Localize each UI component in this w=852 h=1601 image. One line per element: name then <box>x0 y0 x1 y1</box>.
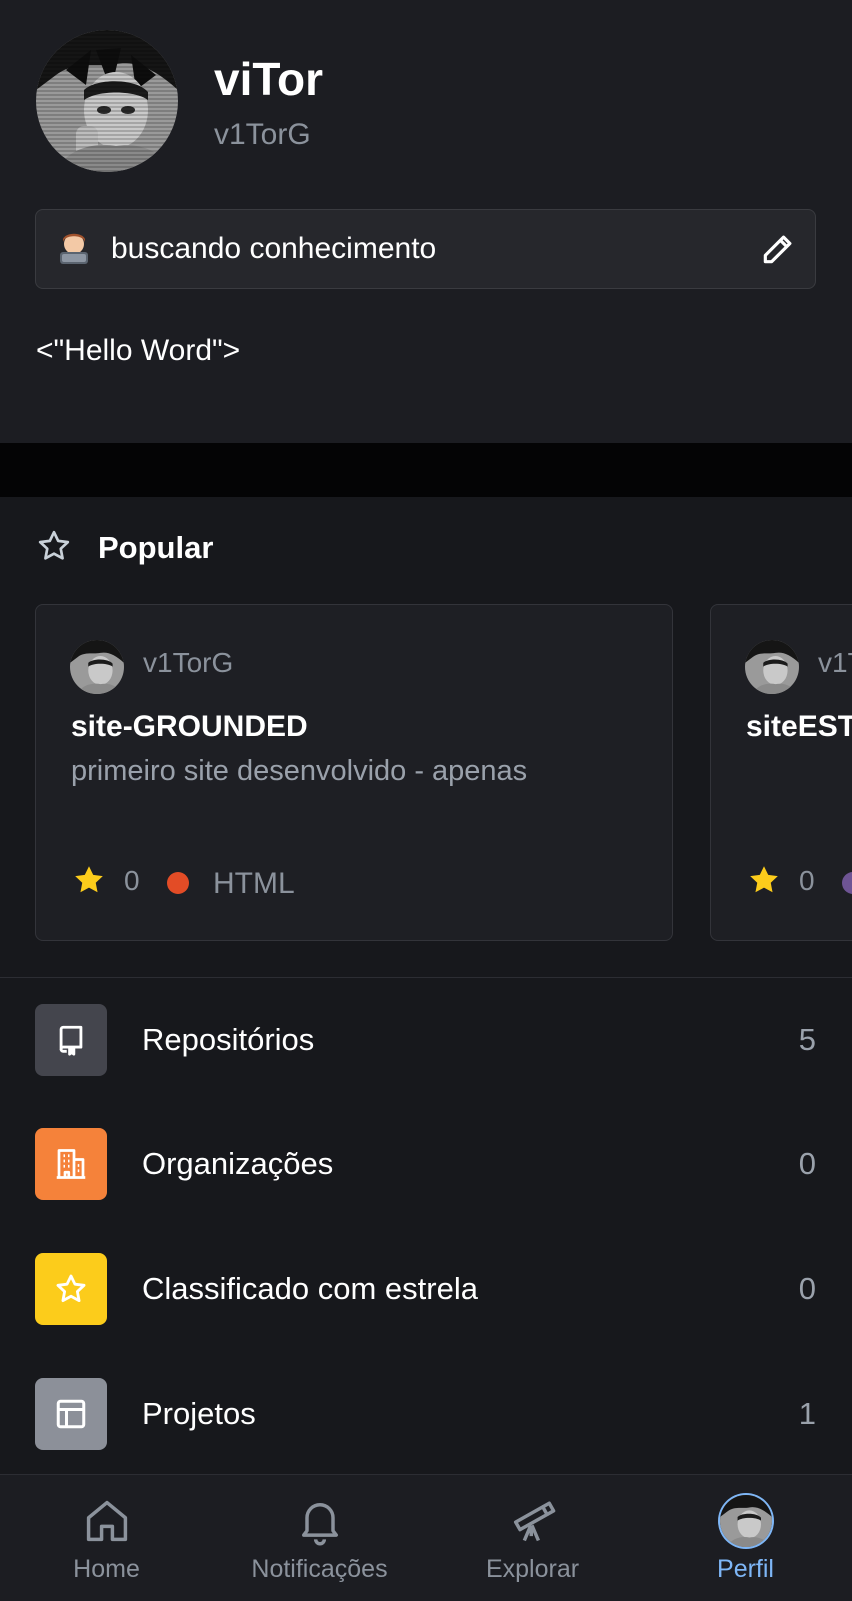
bell-icon <box>294 1495 346 1547</box>
repo-star-count: 0 <box>124 865 140 896</box>
profile-header: viTor v1TorG buscando conhecimento <"Hel… <box>0 0 852 443</box>
organization-icon <box>35 1128 107 1200</box>
menu-label: Projetos <box>142 1396 256 1431</box>
status-emoji-icon <box>56 230 92 266</box>
repo-card[interactable]: v1TorG siteEST 0 <box>710 604 852 941</box>
menu-count: 5 <box>798 1022 816 1057</box>
tab-label: Perfil <box>717 1555 774 1583</box>
menu-count: 0 <box>798 1271 816 1306</box>
repo-name: site-GROUNDED <box>71 710 308 743</box>
menu-count: 1 <box>798 1396 816 1431</box>
star-filled-icon <box>71 862 107 898</box>
star-outline-icon <box>36 528 72 564</box>
bio: <"Hello Word"> <box>36 334 241 367</box>
profile-avatar[interactable] <box>36 30 178 172</box>
repo-card[interactable]: v1TorG site-GROUNDED primeiro site desen… <box>35 604 673 941</box>
avatar <box>745 640 799 694</box>
language-color-dot <box>842 872 852 894</box>
menu-item-projects[interactable]: Projetos 1 <box>0 1378 852 1450</box>
menu-count: 0 <box>798 1146 816 1181</box>
tab-profile[interactable]: Perfil <box>639 1475 852 1601</box>
menu-label: Repositórios <box>142 1022 315 1057</box>
home-icon <box>81 1495 133 1547</box>
repo-owner: v1TorG <box>143 647 234 678</box>
tab-explore[interactable]: Explorar <box>426 1475 639 1601</box>
list-divider <box>0 977 852 978</box>
status-box[interactable]: buscando conhecimento <box>35 209 816 289</box>
repo-name: siteEST <box>746 710 852 743</box>
star-filled-icon <box>746 862 782 898</box>
menu-item-repositories[interactable]: Repositórios 5 <box>0 1004 852 1076</box>
repo-icon <box>35 1004 107 1076</box>
menu-label: Organizações <box>142 1146 334 1181</box>
avatar <box>719 1495 772 1547</box>
bottom-tab-bar: Home Notificações Explorar Perfil <box>0 1474 852 1601</box>
popular-title: Popular <box>98 530 214 565</box>
repo-description: primeiro site desenvolvido - apenas <box>71 755 528 787</box>
repo-language: HTML <box>213 867 295 900</box>
display-name: viTor <box>214 53 324 105</box>
username: v1TorG <box>214 118 311 151</box>
tab-label: Notificações <box>251 1555 388 1583</box>
menu-item-organizations[interactable]: Organizações 0 <box>0 1128 852 1200</box>
language-color-dot <box>167 872 189 894</box>
tab-label: Home <box>73 1555 140 1583</box>
avatar <box>70 640 124 694</box>
menu-item-starred[interactable]: Classificado com estrela 0 <box>0 1253 852 1325</box>
telescope-icon <box>507 1495 559 1547</box>
status-text: buscando conhecimento <box>111 232 437 265</box>
project-icon <box>35 1378 107 1450</box>
tab-home[interactable]: Home <box>0 1475 213 1601</box>
pencil-icon[interactable] <box>759 230 797 268</box>
repo-owner: v1TorG <box>818 647 852 678</box>
tab-notifications[interactable]: Notificações <box>213 1475 426 1601</box>
popular-carousel[interactable]: v1TorG site-GROUNDED primeiro site desen… <box>0 604 852 944</box>
star-icon <box>35 1253 107 1325</box>
repo-star-count: 0 <box>799 865 815 896</box>
tab-label: Explorar <box>485 1555 580 1583</box>
menu-label: Classificado com estrela <box>142 1271 478 1306</box>
section-divider <box>0 443 852 497</box>
